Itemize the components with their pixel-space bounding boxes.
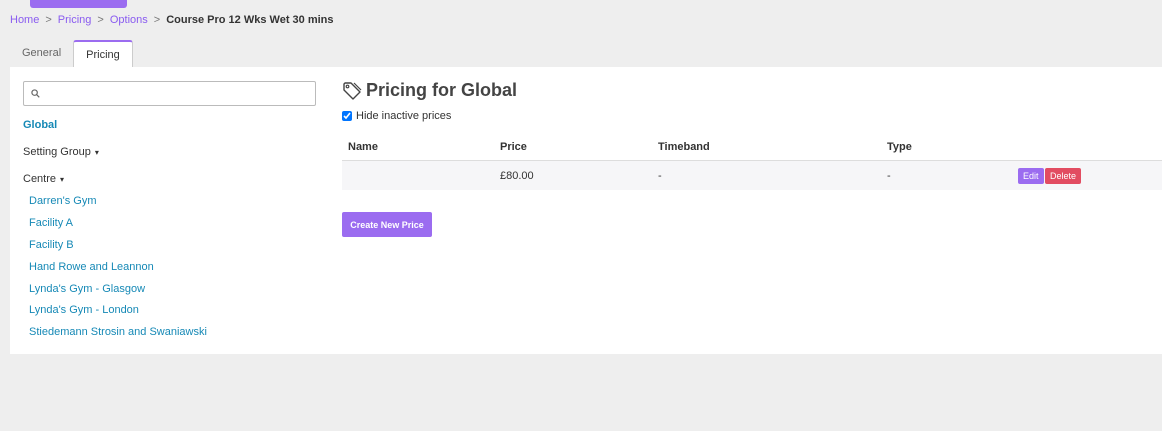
breadcrumb: Home > Pricing > Options > Course Pro 12…: [10, 14, 334, 26]
breadcrumb-pricing[interactable]: Pricing: [58, 14, 92, 26]
column-header-type: Type: [887, 141, 912, 153]
tab-general[interactable]: General: [10, 40, 73, 68]
caret-down-icon: ▾: [60, 175, 65, 184]
create-new-price-button[interactable]: Create New Price: [342, 212, 432, 237]
hide-inactive-label: Hide inactive prices: [356, 110, 452, 122]
cell-timeband: -: [658, 170, 662, 182]
sidebar-centre-item[interactable]: Lynda's Gym - London: [29, 304, 139, 316]
cell-type: -: [887, 170, 891, 182]
column-header-timeband: Timeband: [658, 141, 710, 153]
sidebar-centre-item[interactable]: Hand Rowe and Leannon: [29, 261, 154, 273]
table-row: £80.00 - - Edit Delete: [342, 161, 1162, 190]
breadcrumb-options[interactable]: Options: [110, 14, 148, 26]
sidebar-setting-group[interactable]: Setting Group ▾: [23, 146, 99, 158]
edit-button[interactable]: Edit: [1018, 168, 1044, 184]
sidebar-centre-item[interactable]: Lynda's Gym - Glasgow: [29, 283, 145, 295]
column-header-name: Name: [348, 141, 378, 153]
content-panel: Global Setting Group ▾ Centre ▾ Darren's G…: [10, 67, 1162, 354]
page-title: Pricing for Global: [366, 80, 518, 100]
hide-inactive-checkbox[interactable]: [342, 111, 352, 121]
sidebar-centre-item[interactable]: Facility A: [29, 217, 73, 229]
table-header: Name Price Timeband Type: [342, 135, 1162, 161]
search-input[interactable]: [46, 84, 311, 103]
cell-price: £80.00: [500, 170, 534, 182]
sidebar-item-global[interactable]: Global: [23, 119, 57, 131]
breadcrumb-separator: >: [97, 14, 104, 26]
sidebar-centre-group[interactable]: Centre ▾: [23, 173, 64, 185]
breadcrumb-separator: >: [45, 14, 52, 26]
tab-bar: General Pricing: [10, 40, 133, 68]
hide-inactive-toggle[interactable]: Hide inactive prices: [342, 110, 451, 122]
prices-table: Name Price Timeband Type £80.00 - - Edit…: [342, 135, 1162, 190]
delete-button[interactable]: Delete: [1045, 168, 1082, 184]
setting-group-label: Setting Group: [23, 146, 91, 158]
search-box: [23, 81, 316, 106]
page-heading: Pricing for Global: [342, 80, 517, 101]
tab-pricing[interactable]: Pricing: [73, 40, 133, 68]
tag-icon: [343, 81, 362, 100]
centre-label: Centre: [23, 173, 57, 185]
breadcrumb-current: Course Pro 12 Wks Wet 30 mins: [166, 14, 334, 26]
column-header-price: Price: [500, 141, 527, 153]
top-action-button[interactable]: [30, 0, 127, 8]
breadcrumb-separator: >: [153, 14, 161, 26]
sidebar-centre-item[interactable]: Facility B: [29, 239, 74, 251]
breadcrumb-home[interactable]: Home: [10, 14, 39, 26]
search-icon: [31, 89, 40, 98]
caret-down-icon: ▾: [94, 148, 99, 157]
sidebar-centre-item[interactable]: Darren's Gym: [29, 195, 97, 207]
sidebar-centre-item[interactable]: Stiedemann Strosin and Swaniawski: [29, 326, 207, 338]
